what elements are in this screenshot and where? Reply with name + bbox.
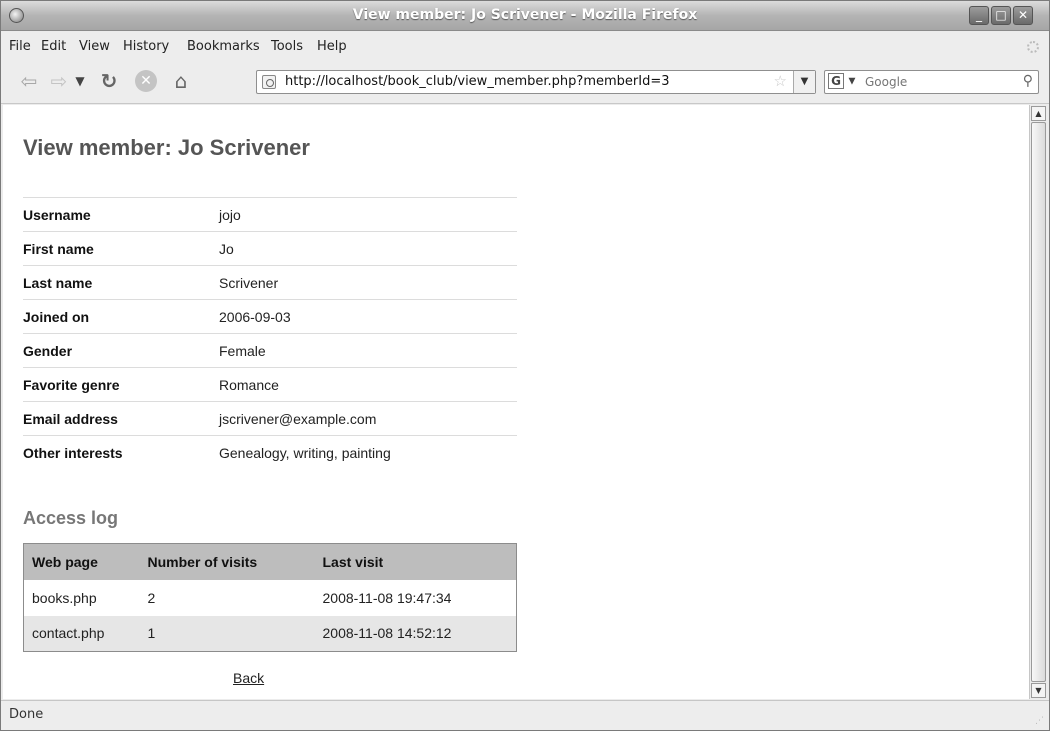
menu-help[interactable]: Help	[317, 39, 347, 54]
detail-value: Romance	[219, 376, 279, 393]
scroll-down-icon[interactable]: ▼	[1031, 683, 1046, 698]
detail-label: Username	[23, 206, 91, 223]
page-title: View member: Jo Scrivener	[23, 135, 310, 160]
table-cell: 1	[139, 615, 315, 652]
site-identity-icon[interactable]	[262, 75, 276, 89]
menu-bookmarks[interactable]: Bookmarks	[187, 39, 260, 54]
table-row: contact.php 1 2008-11-08 14:52:12	[23, 615, 517, 652]
resize-grip-icon[interactable]: ⋰	[1035, 716, 1045, 726]
detail-label: Email address	[23, 410, 118, 427]
chevron-down-icon: ▼	[848, 76, 856, 87]
reload-icon[interactable]: ↻	[97, 69, 121, 93]
search-icon[interactable]: ⚲	[1023, 73, 1033, 89]
close-button[interactable]: ✕	[1013, 6, 1033, 25]
detail-label: Joined on	[23, 308, 90, 325]
search-input[interactable]	[865, 74, 1005, 90]
status-bar: Done ⋰	[1, 700, 1049, 730]
stop-icon[interactable]: ✕	[135, 70, 157, 92]
back-link[interactable]: Back	[233, 670, 264, 686]
forward-arrow-icon[interactable]: ⇨	[47, 69, 71, 93]
navigation-toolbar: ⇦ ⇨ ▼ ↻ ✕ ⌂ http://localhost/book_club/v…	[1, 60, 1049, 104]
vertical-scrollbar[interactable]: ▲ ▼	[1029, 105, 1047, 699]
page-content: View member: Jo Scrivener Username jojo …	[3, 105, 1029, 699]
table-row: books.php 2 2008-11-08 19:47:34	[23, 579, 517, 616]
detail-row: Email address jscrivener@example.com	[23, 401, 517, 436]
detail-label: First name	[23, 240, 94, 257]
home-icon[interactable]: ⌂	[169, 69, 193, 93]
history-dropdown-icon[interactable]: ▼	[73, 69, 87, 93]
access-log-table: Web page Number of visits Last visit boo…	[23, 543, 517, 652]
menu-file[interactable]: File	[9, 39, 31, 54]
menu-view[interactable]: View	[79, 39, 110, 54]
window-title: View member: Jo Scrivener - Mozilla Fire…	[352, 7, 698, 23]
google-engine-icon: G	[828, 73, 844, 89]
detail-row: Joined on 2006-09-03	[23, 299, 517, 334]
column-header: Number of visits	[139, 543, 315, 580]
menu-tools[interactable]: Tools	[271, 39, 303, 54]
detail-value: Scrivener	[219, 274, 279, 291]
title-bar: View member: Jo Scrivener - Mozilla Fire…	[1, 1, 1049, 31]
table-cell: books.php	[23, 579, 140, 616]
address-bar[interactable]: http://localhost/book_club/view_member.p…	[256, 70, 816, 94]
detail-row: Last name Scrivener	[23, 265, 517, 300]
maximize-button[interactable]: □	[991, 6, 1011, 25]
back-arrow-icon[interactable]: ⇦	[17, 69, 41, 93]
detail-label: Last name	[23, 274, 93, 291]
status-text: Done	[9, 707, 44, 722]
detail-value: Jo	[219, 240, 234, 257]
detail-value: Genealogy, writing, painting	[219, 444, 391, 461]
table-cell: 2008-11-08 19:47:34	[314, 579, 517, 616]
activity-throbber-icon	[1027, 41, 1039, 53]
column-header: Last visit	[314, 543, 517, 580]
bookmark-star-icon[interactable]: ☆	[774, 72, 787, 90]
detail-label: Other interests	[23, 444, 123, 461]
scroll-up-icon[interactable]: ▲	[1031, 106, 1046, 121]
url-dropdown-icon[interactable]: ▼	[793, 71, 815, 93]
scrollbar-thumb[interactable]	[1031, 122, 1046, 682]
detail-value: 2006-09-03	[219, 308, 291, 325]
detail-label: Favorite genre	[23, 376, 120, 393]
detail-row: Favorite genre Romance	[23, 367, 517, 402]
detail-value: Female	[219, 342, 266, 359]
access-log-heading: Access log	[23, 508, 119, 528]
search-engine-selector[interactable]: G ▼	[828, 73, 862, 91]
minimize-button[interactable]: _	[969, 6, 989, 25]
detail-value: jscrivener@example.com	[219, 410, 377, 427]
detail-row: Username jojo	[23, 197, 517, 232]
browser-window: View member: Jo Scrivener - Mozilla Fire…	[0, 0, 1050, 731]
detail-row: First name Jo	[23, 231, 517, 266]
table-cell: 2	[139, 579, 315, 616]
url-text[interactable]: http://localhost/book_club/view_member.p…	[285, 74, 669, 89]
menu-history[interactable]: History	[123, 39, 169, 54]
table-cell: contact.php	[23, 615, 140, 652]
table-header-row: Web page Number of visits Last visit	[23, 543, 517, 580]
detail-row: Gender Female	[23, 333, 517, 368]
detail-label: Gender	[23, 342, 73, 359]
detail-value: jojo	[219, 206, 241, 223]
column-header: Web page	[23, 543, 140, 580]
menu-edit[interactable]: Edit	[41, 39, 66, 54]
table-cell: 2008-11-08 14:52:12	[314, 615, 517, 652]
search-bar[interactable]: G ▼ ⚲	[824, 70, 1039, 94]
detail-row: Other interests Genealogy, writing, pain…	[23, 435, 517, 470]
member-details-table: Username jojo First name Jo Last name Sc…	[23, 197, 517, 470]
menu-bar: File Edit View History Bookmarks Tools H…	[1, 32, 1049, 60]
